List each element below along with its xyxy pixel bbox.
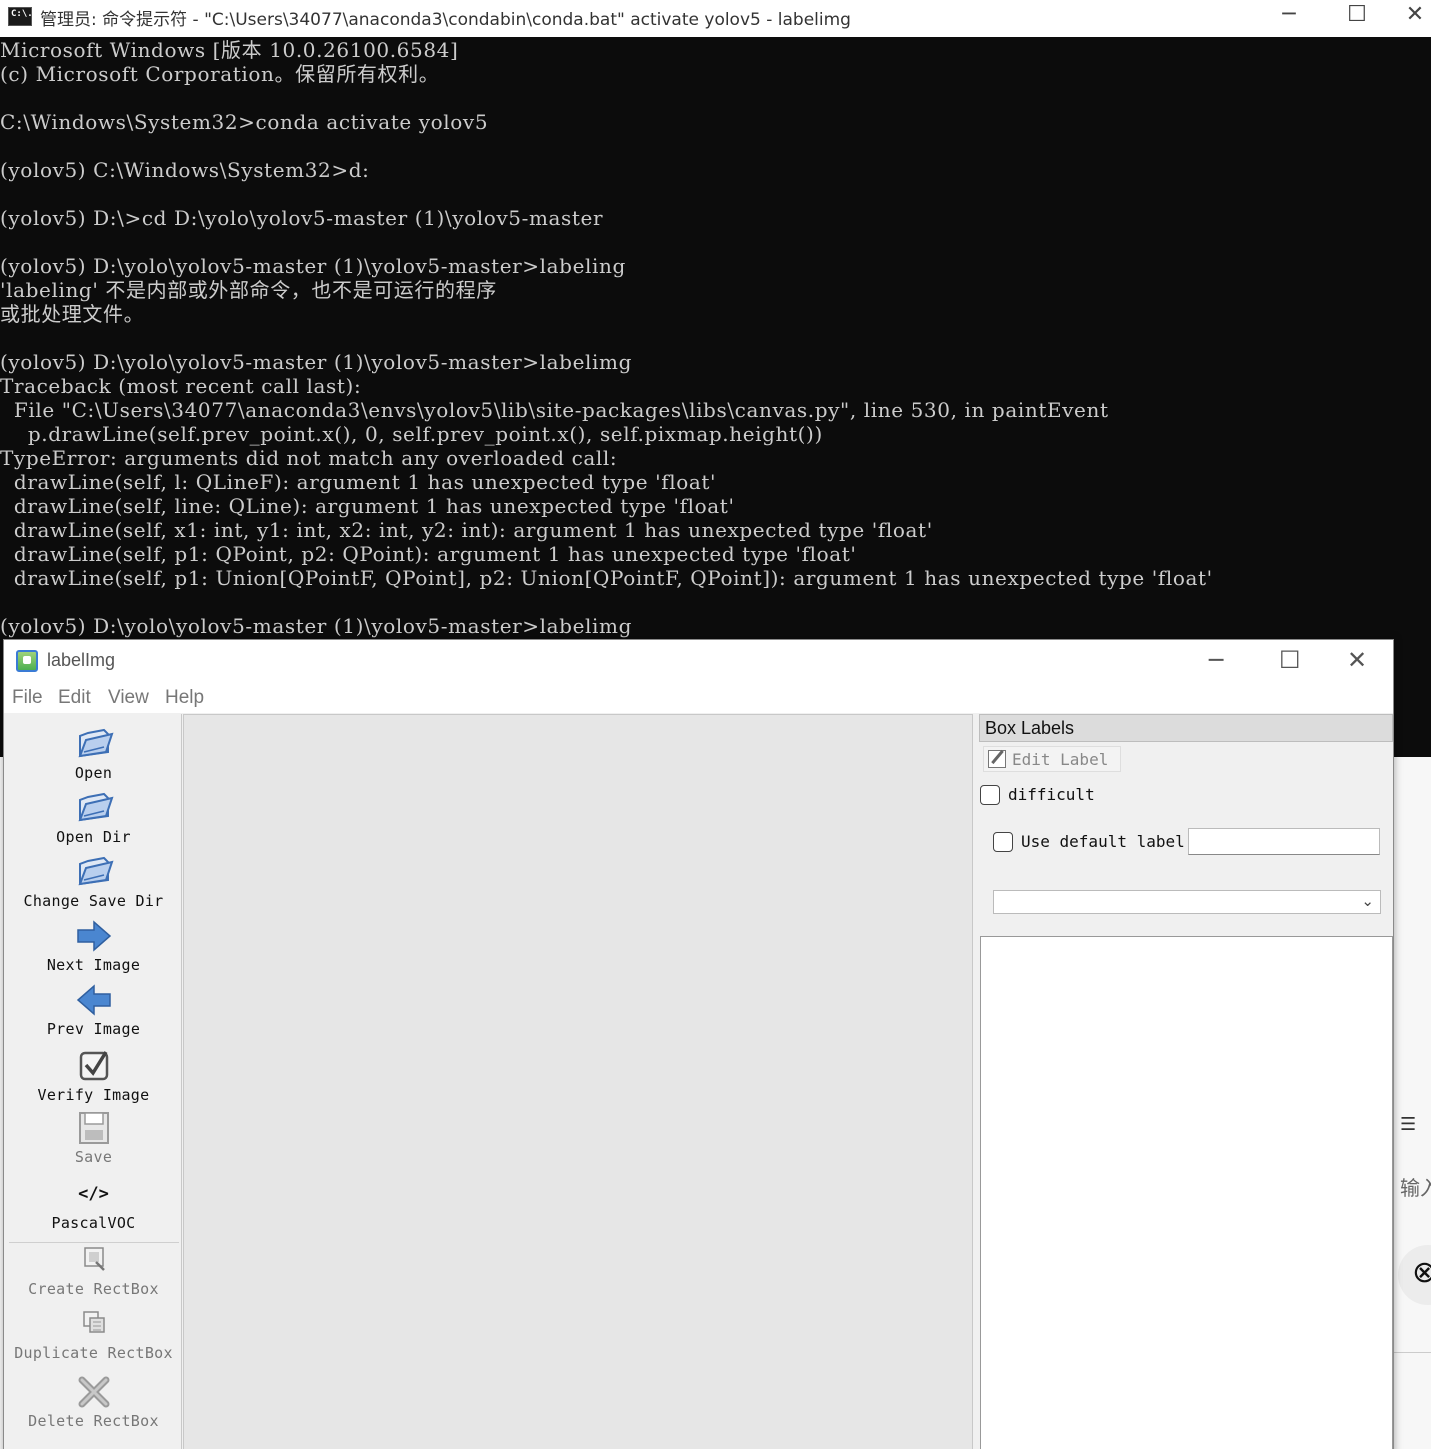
create-rectbox-button[interactable]: Create RectBox <box>5 1242 182 1298</box>
delete-rectbox-label: Delete RectBox <box>28 1412 159 1430</box>
difficult-label: difficult <box>1008 785 1095 804</box>
label-select[interactable]: ⌄ <box>993 890 1381 914</box>
prev-image-label: Prev Image <box>46 1020 141 1038</box>
menu-help[interactable]: Help <box>165 687 204 709</box>
duplicate-rectbox-label: Duplicate RectBox <box>14 1344 173 1362</box>
console-line: (yolov5) D:\yolo\yolov5-master (1)\yolov… <box>0 254 626 278</box>
labelimg-window-title: labelImg <box>47 650 116 670</box>
difficult-checkbox[interactable] <box>980 785 1000 805</box>
menu-file[interactable]: File <box>12 687 43 709</box>
cmd-maximize-button[interactable]: ☐ <box>1327 0 1387 32</box>
background-divider <box>1394 1352 1431 1353</box>
console-line: drawLine(self, l: QLineF): argument 1 ha… <box>0 470 717 494</box>
background-app-panel <box>1393 757 1431 1449</box>
code-brackets-icon: </> <box>78 1184 109 1204</box>
labelimg-titlebar[interactable]: labelImg ─ ☐ ✕ <box>4 640 1393 683</box>
background-input-hint[interactable]: 输入 <box>1400 1172 1431 1201</box>
console-line: (yolov5) D:\>cd D:\yolo\yolov5-master (1… <box>0 206 604 230</box>
arrow-left-icon <box>76 984 111 1016</box>
open-dir-label: Open Dir <box>56 828 131 846</box>
prev-image-button[interactable]: Prev Image <box>5 982 182 1038</box>
save-label: Save <box>74 1148 113 1166</box>
use-default-label-checkbox[interactable] <box>993 832 1013 852</box>
labelimg-minimize-button[interactable]: ─ <box>1209 646 1223 674</box>
image-canvas[interactable] <box>183 714 973 1449</box>
duplicate-rectbox-button[interactable]: Duplicate RectBox <box>5 1306 182 1362</box>
background-app-icon: ⊗ <box>1412 1255 1431 1290</box>
change-save-dir-button[interactable]: Change Save Dir <box>5 854 182 910</box>
pascalvoc-label: PascalVOC <box>51 1214 136 1232</box>
cmd-close-button[interactable]: ✕ <box>1395 0 1431 32</box>
labelimg-window: labelImg ─ ☐ ✕ File Edit View Help Open <box>3 639 1394 1449</box>
change-save-dir-label: Change Save Dir <box>23 892 164 910</box>
console-line: Traceback (most recent call last): <box>0 374 362 398</box>
pascalvoc-format-button[interactable]: </> PascalVOC <box>5 1176 182 1232</box>
console-line: (yolov5) D:\yolo\yolov5-master (1)\yolov… <box>0 614 632 638</box>
edit-pencil-icon <box>988 750 1006 768</box>
verify-image-label: Verify Image <box>37 1086 150 1104</box>
floppy-disk-icon <box>78 1112 109 1144</box>
open-button[interactable]: Open <box>5 726 182 782</box>
console-line: 'labeling' 不是内部或外部命令，也不是可运行的程序 <box>0 278 497 302</box>
label-list[interactable] <box>980 936 1393 1449</box>
console-line: File "C:\Users\34077\anaconda3\envs\yolo… <box>0 398 1109 422</box>
edit-label-button[interactable]: Edit Label <box>983 746 1121 772</box>
next-image-button[interactable]: Next Image <box>5 918 182 974</box>
console-line: Microsoft Windows [版本 10.0.26100.6584] <box>0 38 459 62</box>
duplicate-rectbox-icon <box>82 1311 105 1333</box>
box-labels-dock: Box Labels Edit Label difficult Use defa… <box>979 714 1393 1449</box>
open-dir-button[interactable]: Open Dir <box>5 790 182 846</box>
chevron-down-icon: ⌄ <box>1361 892 1374 910</box>
cmd-minimize-button[interactable]: ─ <box>1259 0 1319 32</box>
cmd-output: Microsoft Windows [版本 10.0.26100.6584] (c… <box>0 38 1213 638</box>
list-icon[interactable]: ☰ <box>1400 1114 1416 1135</box>
open-label: Open <box>74 764 113 782</box>
menu-bar: File Edit View Help <box>4 683 1393 713</box>
console-line: (c) Microsoft Corporation。保留所有权利。 <box>0 62 440 86</box>
console-line: (yolov5) D:\yolo\yolov5-master (1)\yolov… <box>0 350 632 374</box>
default-label-input[interactable] <box>1188 828 1380 855</box>
console-line: (yolov5) C:\Windows\System32>d: <box>0 158 370 182</box>
create-rectbox-icon <box>83 1247 105 1271</box>
box-labels-header: Box Labels <box>979 714 1393 742</box>
console-line: drawLine(self, p1: Union[QPointF, QPoint… <box>0 566 1213 590</box>
menu-edit[interactable]: Edit <box>58 687 91 709</box>
delete-x-icon <box>78 1376 109 1408</box>
labelimg-app-icon <box>16 650 38 672</box>
folder-open-icon <box>77 792 114 822</box>
delete-rectbox-button[interactable]: Delete RectBox <box>5 1374 182 1430</box>
box-labels-title: Box Labels <box>985 718 1075 738</box>
use-default-label-text: Use default label <box>1021 832 1185 851</box>
folder-open-icon <box>77 856 114 886</box>
labelimg-maximize-button[interactable]: ☐ <box>1279 646 1301 674</box>
verify-image-button[interactable]: Verify Image <box>5 1048 182 1104</box>
next-image-label: Next Image <box>46 956 141 974</box>
edit-label-text: Edit Label <box>1012 750 1109 769</box>
console-line: C:\Windows\System32>conda activate yolov… <box>0 110 489 134</box>
console-line: p.drawLine(self.prev_point.x(), 0, self.… <box>0 422 823 446</box>
cmd-app-icon: C:\. <box>8 7 33 26</box>
checkbox-check-icon <box>79 1051 108 1081</box>
console-line: 或批处理文件。 <box>0 302 145 326</box>
console-line: TypeError: arguments did not match any o… <box>0 446 618 470</box>
console-line: drawLine(self, line: QLine): argument 1 … <box>0 494 735 518</box>
create-rectbox-label: Create RectBox <box>28 1280 159 1298</box>
labelimg-close-button[interactable]: ✕ <box>1347 646 1367 674</box>
menu-view[interactable]: View <box>108 687 149 709</box>
tool-bar: Open Open Dir Change Save Dir Next Image… <box>5 714 182 1449</box>
cmd-window-title: 管理员: 命令提示符 - "C:\Users\34077\anaconda3\c… <box>40 10 851 30</box>
save-button[interactable]: Save <box>5 1110 182 1166</box>
cmd-titlebar[interactable]: C:\. 管理员: 命令提示符 - "C:\Users\34077\anacon… <box>0 0 1431 37</box>
arrow-right-icon <box>76 920 111 952</box>
folder-open-icon <box>77 728 114 758</box>
console-line: drawLine(self, p1: QPoint, p2: QPoint): … <box>0 542 857 566</box>
cmd-icon-text: C:\. <box>11 9 33 19</box>
console-line: drawLine(self, x1: int, y1: int, x2: int… <box>0 518 933 542</box>
